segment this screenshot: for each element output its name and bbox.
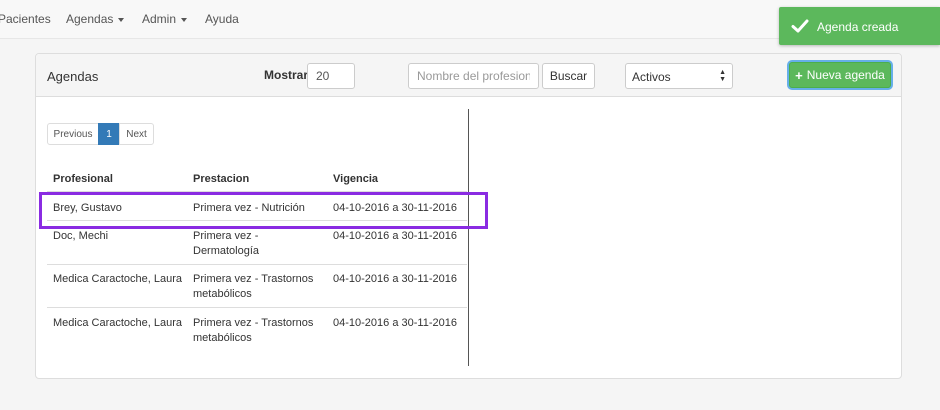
nav-item-ayuda[interactable]: Ayuda <box>205 12 239 26</box>
chevron-down-icon <box>181 17 188 22</box>
row-divider <box>47 307 467 308</box>
panel-title: Agendas <box>47 69 99 84</box>
nav-item-agendas[interactable]: Agendas <box>66 12 125 26</box>
mostrar-label: Mostrar <box>264 68 309 82</box>
toast-message: Agenda creada <box>817 20 899 34</box>
pagination: Previous 1 Next <box>47 123 154 145</box>
nav-item-pacientes[interactable]: Pacientes <box>0 12 51 26</box>
nav-item-agendas-label: Agendas <box>66 12 114 26</box>
pagination-previous[interactable]: Previous <box>47 123 99 145</box>
vertical-divider <box>468 109 469 366</box>
cell-prestacion: Primera vez - Trastornos metabólicos <box>193 317 314 344</box>
header-prestacion: Prestacion <box>193 173 250 185</box>
check-icon <box>791 19 809 33</box>
mostrar-input[interactable] <box>307 63 355 89</box>
chevron-down-icon <box>118 17 125 22</box>
new-agenda-button[interactable]: + Nueva agenda <box>789 62 891 88</box>
cell-vigencia: 04-10-2016 a 30-11-2016 <box>333 273 457 285</box>
status-select[interactable]: Activos ▲ ▼ <box>625 63 733 89</box>
pagination-next[interactable]: Next <box>119 123 154 145</box>
select-arrows-icon: ▲ ▼ <box>719 69 726 83</box>
new-agenda-label: Nueva agenda <box>806 68 885 82</box>
success-toast: Agenda creada <box>779 7 940 45</box>
header-profesional: Profesional <box>53 173 113 185</box>
cell-prestacion: Primera vez - Trastornos metabólicos <box>193 273 314 300</box>
pagination-page-1[interactable]: 1 <box>98 123 120 145</box>
cell-prestacion: Primera vez - Dermatología <box>193 230 260 257</box>
cell-vigencia: 04-10-2016 a 30-11-2016 <box>333 230 457 242</box>
search-button[interactable]: Buscar <box>542 63 595 89</box>
plus-icon: + <box>795 67 803 83</box>
cell-vigencia: 04-10-2016 a 30-11-2016 <box>333 317 457 329</box>
cell-profesional: Medica Caractoche, Laura <box>53 273 183 285</box>
cell-profesional: Medica Caractoche, Laura <box>53 317 183 329</box>
nav-item-admin[interactable]: Admin <box>142 12 188 26</box>
highlight-box <box>39 192 488 229</box>
cell-profesional: Doc, Mechi <box>53 230 109 242</box>
header-vigencia: Vigencia <box>333 173 379 185</box>
row-divider <box>47 264 467 265</box>
search-professional-input[interactable] <box>408 63 539 89</box>
status-select-value: Activos <box>632 70 671 84</box>
panel-heading: Agendas Mostrar Buscar Activos ▲▼ + Nuev… <box>36 54 901 97</box>
nav-item-admin-label: Admin <box>142 12 177 26</box>
